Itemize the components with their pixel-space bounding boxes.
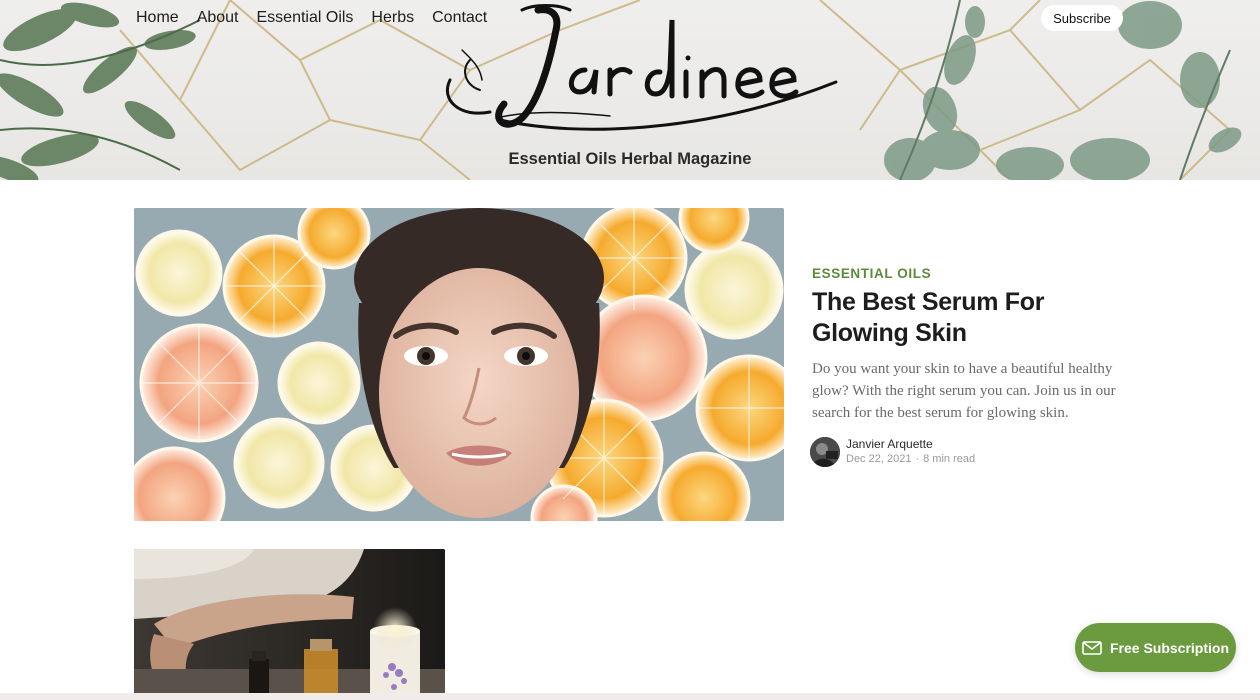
site-header: Home About Essential Oils Herbs Contact …	[0, 0, 1260, 180]
free-subscription-button[interactable]: Free Subscription	[1075, 623, 1236, 672]
second-post-image[interactable]	[134, 549, 445, 699]
featured-post-image[interactable]	[134, 208, 784, 521]
nav-herbs[interactable]: Herbs	[371, 8, 414, 28]
envelope-icon	[1082, 640, 1102, 655]
free-subscription-label: Free Subscription	[1109, 639, 1230, 656]
read-time: 8 min read	[923, 453, 976, 465]
site-logo[interactable]	[410, 0, 850, 150]
subscribe-button[interactable]: Subscribe	[1041, 5, 1123, 31]
meta-separator: ·	[915, 453, 920, 465]
author-avatar[interactable]	[810, 437, 840, 467]
post-category[interactable]: ESSENTIAL OILS	[812, 266, 931, 281]
nav-about[interactable]: About	[197, 8, 239, 28]
site-tagline: Essential Oils Herbal Magazine	[508, 150, 752, 168]
post-date: Dec 22, 2021	[846, 453, 912, 465]
page-bottom-strip	[0, 693, 1260, 700]
post-title[interactable]: The Best Serum For Glowing Skin	[812, 287, 1142, 349]
author-name[interactable]: Janvier Arquette	[846, 437, 933, 451]
post-meta: Dec 22, 2021 · 8 min read	[846, 453, 975, 465]
post-excerpt: Do you want your skin to have a beautifu…	[812, 361, 1116, 421]
nav-essential-oils[interactable]: Essential Oils	[257, 8, 354, 28]
nav-home[interactable]: Home	[136, 8, 179, 28]
